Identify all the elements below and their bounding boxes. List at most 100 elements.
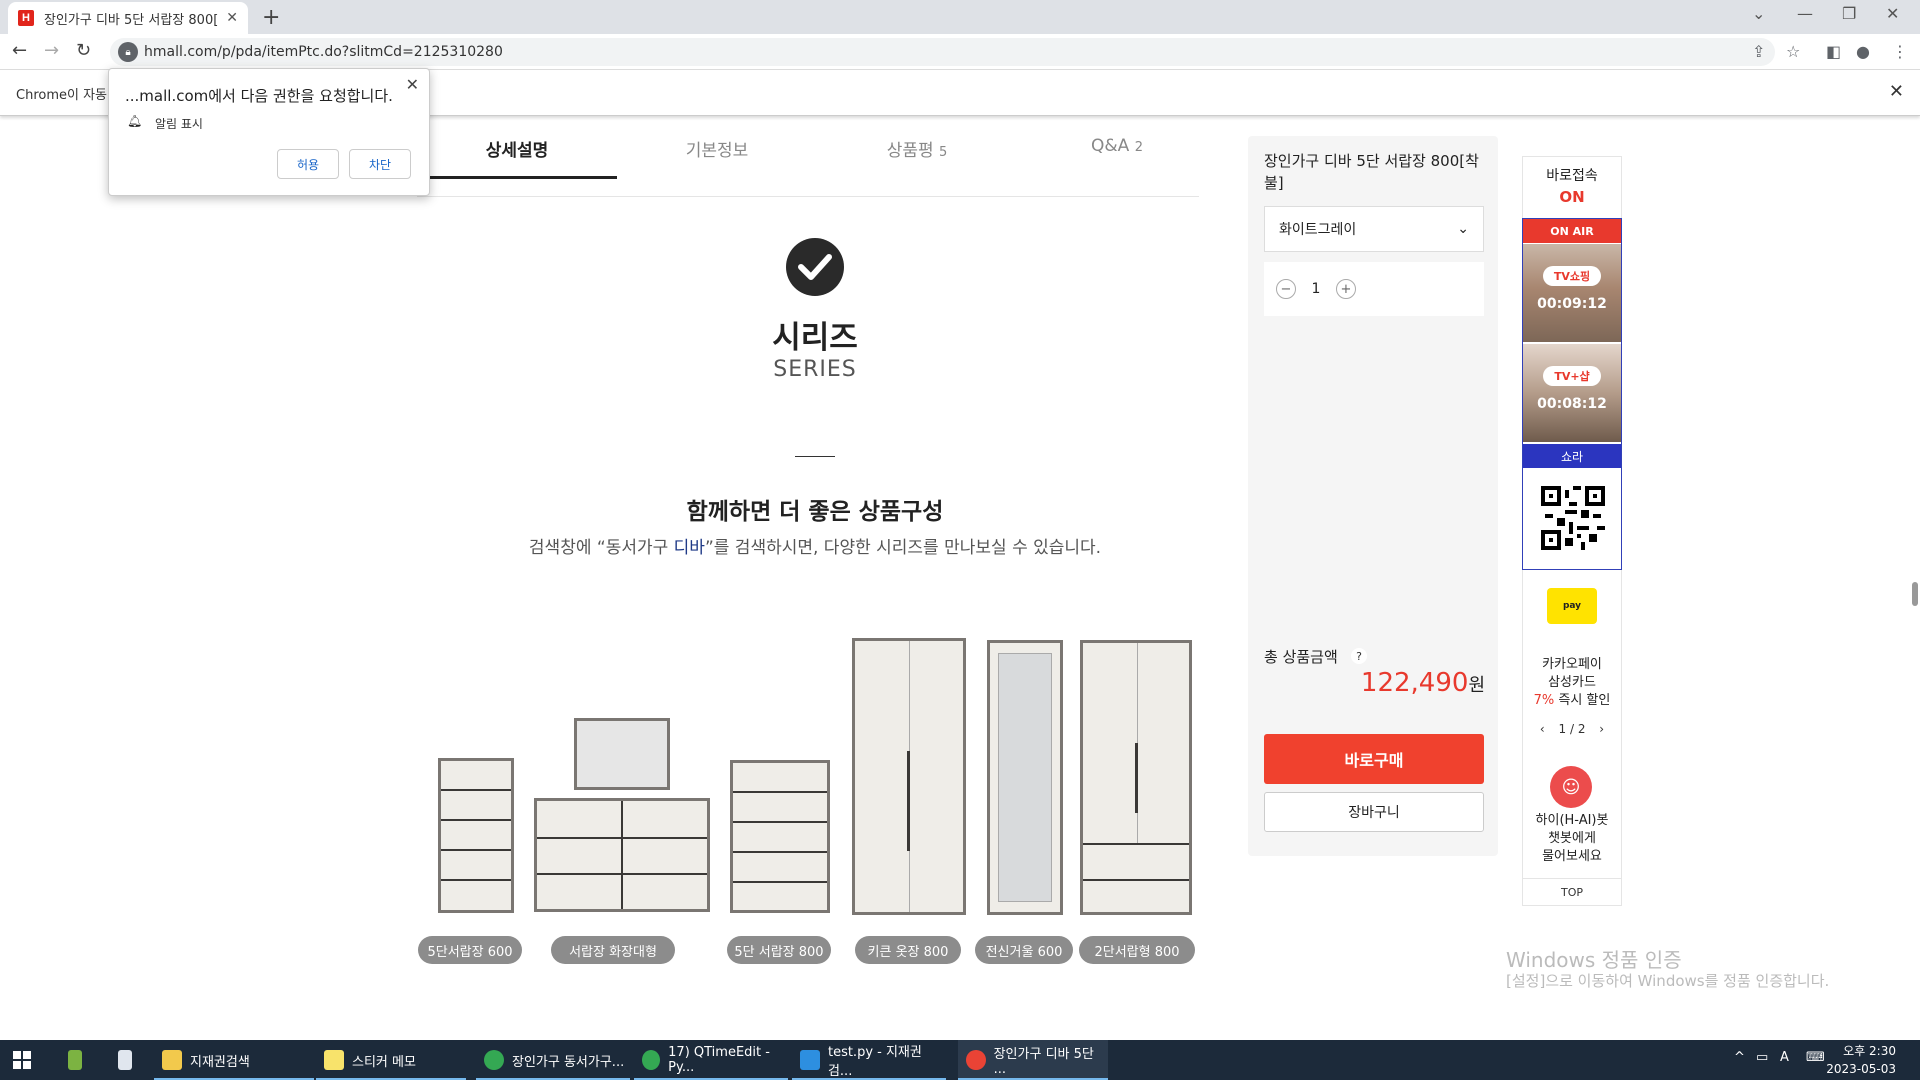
- color-option-select[interactable]: 화이트그레이 ⌄: [1264, 206, 1484, 252]
- allow-button[interactable]: 허용: [277, 149, 339, 179]
- top-button[interactable]: TOP: [1522, 878, 1622, 906]
- block-button[interactable]: 차단: [349, 149, 411, 179]
- chevron-down-icon: ⌄: [1457, 221, 1469, 237]
- taskbar-item-0[interactable]: 지재권검색: [154, 1040, 314, 1080]
- tab-close-icon[interactable]: ✕: [226, 10, 238, 26]
- tab-basic-info[interactable]: 기본정보: [617, 136, 817, 161]
- taskbar-item-3[interactable]: 17) QTimeEdit - Py...: [634, 1040, 788, 1080]
- taskbar-item-4[interactable]: test.py - 지재권검...: [792, 1040, 946, 1080]
- cart-button[interactable]: 장바구니: [1264, 792, 1484, 832]
- product-pill-1[interactable]: 서랍장 화장대형: [551, 936, 675, 964]
- taskbar-label: 장인가구 동서가구...: [512, 1054, 625, 1070]
- popup-close-icon[interactable]: ✕: [406, 75, 419, 94]
- decrease-button[interactable]: −: [1276, 279, 1296, 299]
- product-image-5drawer-600[interactable]: [438, 758, 514, 913]
- scrollbar-thumb[interactable]: [1912, 582, 1918, 606]
- network-icon[interactable]: ▭: [1756, 1050, 1768, 1065]
- start-button[interactable]: [0, 1040, 44, 1080]
- on-air-label: ON AIR: [1523, 219, 1621, 243]
- keyboard-icon[interactable]: ⌨: [1806, 1050, 1825, 1065]
- back-icon[interactable]: ←: [12, 40, 27, 61]
- tab-search-icon[interactable]: ⌄: [1752, 4, 1765, 23]
- bot-line1: 하이(H-AI)봇: [1535, 813, 1609, 828]
- quick-on-text: ON: [1559, 188, 1585, 206]
- live-tv-shopping[interactable]: TV쇼핑 00:09:12: [1523, 244, 1621, 342]
- bookmark-star-icon[interactable]: ☆: [1786, 42, 1800, 61]
- product-image-5drawer-800[interactable]: [730, 760, 830, 913]
- share-icon[interactable]: ⇪: [1752, 42, 1765, 61]
- tab-reviews[interactable]: 상품평 5: [817, 136, 1017, 161]
- check-icon: [786, 238, 844, 296]
- maps-app-icon[interactable]: [60, 1040, 90, 1080]
- permission-popup: ...mall.com에서 다음 권한을 요청합니다. ✕ 🔔︎ 알림 표시 허…: [108, 68, 430, 196]
- side-panel-icon[interactable]: ◧: [1826, 42, 1841, 61]
- product-pill-3[interactable]: 키큰 옷장 800: [855, 936, 961, 964]
- taskbar-label: test.py - 지재권검...: [827, 1045, 922, 1079]
- total-label: 총 상품금액: [1264, 648, 1338, 666]
- chevron-left-icon[interactable]: ‹: [1540, 722, 1545, 736]
- shorts-label[interactable]: 쇼라: [1523, 444, 1621, 468]
- product-pill-4[interactable]: 전신거울 600: [975, 936, 1073, 964]
- menu-icon[interactable]: ⋮: [1892, 42, 1908, 61]
- bot-line3: 물어보세요: [1542, 849, 1602, 864]
- forward-icon[interactable]: →: [44, 40, 59, 61]
- system-clock[interactable]: 오후 2:30 2023-05-03: [1826, 1042, 1896, 1078]
- taskbar-item-2[interactable]: 장인가구 동서가구...: [476, 1040, 630, 1080]
- series-description: 검색창에 “동서가구 디바”를 검색하시면, 다양한 시리즈를 만나보실 수 있…: [440, 533, 1190, 558]
- pager-text: 1 / 2: [1558, 722, 1586, 736]
- vscode-icon: [800, 1050, 820, 1070]
- product-image-tall-wardrobe-800[interactable]: [852, 638, 966, 915]
- chevron-right-icon[interactable]: ›: [1599, 722, 1604, 736]
- kakaopay-pct: 7%: [1533, 693, 1555, 708]
- chatbot-label[interactable]: 하이(H-AI)봇 챗봇에게 물어보세요: [1522, 812, 1622, 866]
- series-title-en: SERIES: [773, 357, 857, 382]
- desc-before: 검색창에 “동서가구: [528, 538, 674, 558]
- address-bar[interactable]: 🔒︎ hmall.com/p/pda/itemPtc.do?slitmCd=21…: [110, 38, 1775, 66]
- lock-icon[interactable]: 🔒︎: [118, 42, 138, 62]
- active-tab-indicator: [417, 176, 617, 179]
- infobar-close-icon[interactable]: ✕: [1889, 81, 1904, 102]
- browser-tab[interactable]: H 장인가구 디바 5단 서랍장 800[착 ✕: [8, 2, 248, 34]
- product-pill-2[interactable]: 5단 서랍장 800: [727, 936, 831, 964]
- reload-icon[interactable]: ↻: [76, 40, 91, 61]
- tray-chevron-icon[interactable]: ^: [1734, 1050, 1745, 1065]
- product-pill-0[interactable]: 5단서랍장 600: [418, 936, 522, 964]
- tab-qna[interactable]: Q&A 2: [1017, 136, 1217, 156]
- quantity-value[interactable]: 1: [1296, 281, 1336, 297]
- clock-time: 오후 2:30: [1843, 1044, 1896, 1058]
- windows-logo-icon: [13, 1051, 31, 1069]
- chatbot-icon[interactable]: ☺: [1550, 766, 1592, 808]
- ime-indicator[interactable]: A: [1780, 1050, 1789, 1065]
- product-pill-5[interactable]: 2단서랍형 800: [1079, 936, 1195, 964]
- restore-icon[interactable]: ❐: [1842, 4, 1856, 23]
- live-badge: TV+샵: [1543, 366, 1601, 386]
- minimize-icon[interactable]: —: [1797, 4, 1813, 23]
- kakaopay-logo-icon[interactable]: pay: [1547, 588, 1597, 624]
- help-icon[interactable]: ?: [1351, 648, 1367, 664]
- qr-code-icon[interactable]: [1541, 486, 1605, 550]
- promo-pager: ‹ 1 / 2 ›: [1522, 722, 1622, 736]
- new-tab-icon[interactable]: +: [262, 5, 280, 30]
- increase-button[interactable]: +: [1336, 279, 1356, 299]
- app-icon[interactable]: [110, 1040, 140, 1080]
- kakaopay-promo[interactable]: 카카오페이 삼성카드 7% 즉시 할인: [1522, 656, 1622, 710]
- product-image-vanity-drawer[interactable]: [534, 798, 710, 912]
- product-image-mirror-top[interactable]: [574, 718, 670, 790]
- live-badge: TV쇼핑: [1543, 266, 1601, 286]
- tab-reviews-label: 상품평: [886, 141, 934, 161]
- live-time: 00:08:12: [1537, 396, 1607, 412]
- buy-now-button[interactable]: 바로구매: [1264, 734, 1484, 784]
- product-image-2drawer-800[interactable]: [1080, 640, 1192, 915]
- tab-divider: [417, 196, 1199, 197]
- chrome-icon: [966, 1050, 986, 1070]
- color-option-value: 화이트그레이: [1279, 222, 1357, 238]
- quick-access-title: 바로접속 ON: [1522, 166, 1622, 209]
- tab-detail[interactable]: 상세설명: [417, 136, 617, 161]
- windows-activation-text: [설정]으로 이동하여 Windows를 정품 인증합니다.: [1506, 972, 1830, 990]
- window-close-icon[interactable]: ✕: [1886, 4, 1899, 23]
- taskbar-item-5[interactable]: 장인가구 디바 5단 ...: [958, 1040, 1108, 1080]
- product-image-full-mirror-600[interactable]: [987, 640, 1063, 915]
- profile-icon[interactable]: ●: [1856, 42, 1870, 61]
- taskbar-item-1[interactable]: 스티커 메모: [316, 1040, 466, 1080]
- live-tv-plus-shop[interactable]: TV+샵 00:08:12: [1523, 344, 1621, 442]
